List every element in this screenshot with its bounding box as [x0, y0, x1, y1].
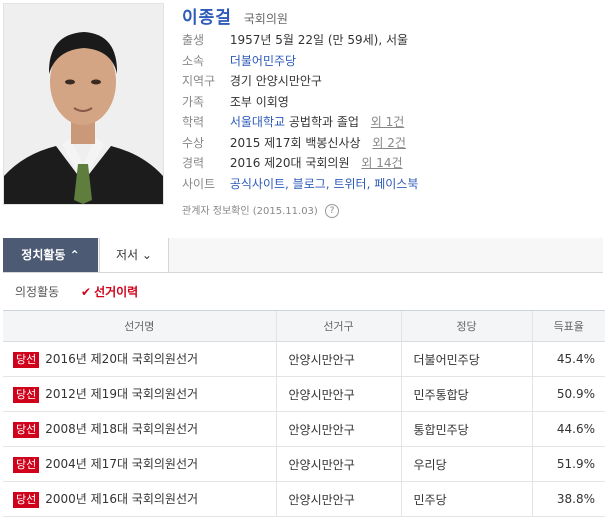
info-row-education: 학력 서울대학교 공법학과 졸업 외 1건	[182, 112, 418, 133]
official-site-link[interactable]: 공식사이트	[230, 177, 285, 191]
district-cell: 안양시만안구	[275, 481, 401, 517]
vote-share-cell: 51.9%	[531, 446, 605, 482]
election-name: 2016년 제20대 국회의원선거	[45, 352, 199, 367]
tab-books[interactable]: 저서 ⌄	[99, 238, 169, 272]
election-name: 2012년 제19대 국회의원선거	[45, 387, 199, 402]
person-portrait-image	[4, 4, 163, 204]
elected-badge: 당선	[13, 421, 40, 438]
elected-badge: 당선	[13, 386, 40, 403]
birth-value: 1957년 5월 22일 (만 59세), 서울	[229, 33, 409, 47]
party-cell: 민주당	[400, 481, 532, 517]
info-label: 가족	[182, 94, 205, 109]
vote-share-cell: 50.9%	[531, 376, 605, 412]
profile-info: 출생 1957년 5월 22일 (만 59세), 서울 소속 더불어민주당 지역…	[182, 30, 418, 194]
election-cell: 당선 2008년 제18대 국회의원선거	[3, 411, 276, 447]
info-row-family: 가족 조부 이회영	[182, 92, 418, 113]
election-cell: 당선 2012년 제19대 국회의원선거	[3, 376, 276, 412]
info-label: 경력	[182, 156, 205, 170]
info-row-career: 경력 2016 제20대 국회의원 외 14건	[182, 153, 418, 174]
election-name: 2004년 제17대 국회의원선거	[45, 457, 199, 472]
info-label: 소속	[182, 53, 205, 68]
vote-share-cell: 38.8%	[531, 481, 605, 517]
table-header-row: 선거명 선거구 정당 득표율	[3, 310, 605, 342]
info-label: 학력	[182, 115, 205, 129]
header-vote-share: 득표율	[531, 310, 605, 342]
election-history-table: 선거명 선거구 정당 득표율 당선 2016년 제20대 국회의원선거 안양시만안…	[3, 310, 605, 517]
subtab-label: 선거이력	[94, 285, 139, 299]
family-value: 조부 이회영	[229, 94, 289, 109]
election-name: 2000년 제16대 국회의원선거	[45, 492, 199, 507]
twitter-link[interactable]: 트위터	[333, 177, 366, 191]
chevron-up-icon: ⌃	[69, 248, 80, 262]
party-link[interactable]: 더불어민주당	[230, 54, 296, 68]
election-cell: 당선 2004년 제17대 국회의원선거	[3, 446, 276, 482]
person-name: 이종걸	[182, 8, 232, 28]
more-awards-link[interactable]: 외 2건	[372, 136, 406, 150]
subtab-legislative-activity[interactable]: 의정활동	[15, 285, 59, 299]
district-cell: 안양시만안구	[275, 446, 401, 482]
table-row: 당선 2004년 제17대 국회의원선거 안양시만안구 우리당 51.9%	[3, 446, 605, 482]
table-row: 당선 2000년 제16대 국회의원선거 안양시만안구 민주당 38.8%	[3, 481, 605, 517]
info-row-birth: 출생 1957년 5월 22일 (만 59세), 서울	[182, 30, 418, 51]
chevron-down-icon: ⌄	[141, 248, 152, 262]
header-district: 선거구	[275, 310, 401, 342]
school-link[interactable]: 서울대학교	[230, 115, 285, 129]
tab-label: 저서	[116, 248, 139, 262]
person-position: 국회의원	[243, 12, 288, 26]
party-cell: 더불어민주당	[400, 341, 532, 377]
info-row-awards: 수상 2015 제17회 백봉신사상 외 2건	[182, 133, 418, 154]
vote-share-cell: 44.6%	[531, 411, 605, 447]
awards-value: 2015 제17회 백봉신사상	[229, 135, 361, 150]
header-election: 선거명	[3, 310, 276, 342]
table-row: 당선 2008년 제18대 국회의원선거 안양시만안구 통합민주당 44.6%	[3, 411, 605, 447]
party-cell: 통합민주당	[400, 411, 532, 447]
facebook-link[interactable]: 페이스북	[374, 177, 418, 191]
education-value: 공법학과 졸업	[288, 115, 359, 129]
profile-photo	[3, 3, 164, 205]
info-label: 수상	[182, 135, 205, 150]
info-row-party: 소속 더불어민주당	[182, 51, 418, 72]
info-row-district: 지역구 경기 안양시만안구	[182, 71, 418, 92]
more-education-link[interactable]: 외 1건	[371, 115, 405, 129]
info-label: 사이트	[182, 176, 216, 191]
district-cell: 안양시만안구	[275, 376, 401, 412]
verification-note: 관계자 정보확인 (2015.11.03) ?	[182, 202, 340, 218]
tab-label: 정치활동	[21, 248, 66, 262]
info-label: 출생	[182, 33, 205, 47]
header-party: 정당	[400, 310, 532, 342]
info-row-sites: 사이트 공식사이트, 블로그, 트위터, 페이스북	[182, 174, 418, 195]
election-cell: 당선 2000년 제16대 국회의원선거	[3, 481, 276, 517]
tab-bar: 정치활동 ⌃ 저서 ⌄	[3, 238, 603, 273]
checkmark-icon: ✔	[81, 285, 92, 299]
elected-badge: 당선	[13, 456, 40, 473]
subtab-election-history[interactable]: ✔ 선거이력	[81, 285, 138, 299]
help-icon[interactable]: ?	[325, 204, 340, 218]
party-cell: 민주통합당	[400, 376, 532, 412]
subtab-bar: 의정활동 ✔ 선거이력	[15, 283, 138, 299]
profile-header: 이종걸 국회의원	[182, 3, 288, 28]
district-cell: 안양시만안구	[275, 341, 401, 377]
table-row: 당선 2016년 제20대 국회의원선거 안양시만안구 더불어민주당 45.4%	[3, 341, 605, 377]
party-cell: 우리당	[400, 446, 532, 482]
elected-badge: 당선	[13, 351, 40, 368]
vote-share-cell: 45.4%	[531, 341, 605, 377]
election-cell: 당선 2016년 제20대 국회의원선거	[3, 341, 276, 377]
blog-link[interactable]: 블로그	[293, 177, 326, 191]
election-name: 2008년 제18대 국회의원선거	[45, 422, 199, 437]
more-career-link[interactable]: 외 14건	[361, 156, 402, 170]
verification-text: 관계자 정보확인 (2015.11.03)	[182, 206, 318, 217]
district-value: 경기 안양시만안구	[229, 74, 322, 88]
table-row: 당선 2012년 제19대 국회의원선거 안양시만안구 민주통합당 50.9%	[3, 376, 605, 412]
career-value: 2016 제20대 국회의원	[229, 156, 350, 170]
elected-badge: 당선	[13, 491, 40, 508]
district-cell: 안양시만안구	[275, 411, 401, 447]
tab-political-activity[interactable]: 정치활동 ⌃	[3, 238, 98, 272]
info-label: 지역구	[182, 74, 216, 88]
